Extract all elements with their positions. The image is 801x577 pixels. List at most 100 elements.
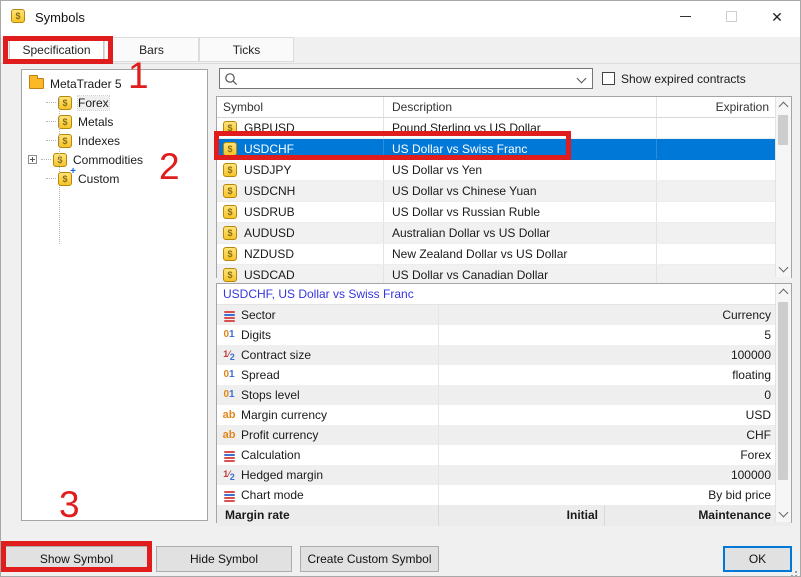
symbol-cell: GBPUSD	[244, 118, 295, 138]
maximize-button[interactable]	[708, 1, 754, 32]
table-scrollbar[interactable]	[775, 97, 791, 277]
scroll-down-icon[interactable]	[779, 263, 789, 273]
tree-item-label: Commodities	[73, 153, 143, 167]
scroll-up-icon[interactable]	[779, 102, 789, 112]
scroll-down-icon[interactable]	[779, 508, 789, 518]
spec-row-margin-currency[interactable]: Margin currency USD	[217, 405, 791, 425]
specification-panel: USDCHF, US Dollar vs Swiss Franc Sector …	[216, 283, 792, 523]
spec-value: 100000	[439, 465, 791, 485]
show-symbol-button[interactable]: Show Symbol	[5, 546, 148, 572]
expiration-cell	[657, 202, 791, 222]
dollar-coin-icon	[11, 9, 25, 23]
spec-row-hedged-margin[interactable]: Hedged margin 100000	[217, 465, 791, 485]
symbol-cell: USDCHF	[244, 139, 294, 159]
table-row-usdjpy[interactable]: USDJPY US Dollar vs Yen	[217, 160, 791, 181]
dollar-coin-icon	[223, 121, 237, 135]
spec-value: Forex	[439, 445, 791, 465]
tree-connector	[46, 178, 56, 179]
tree-item-label: Indexes	[78, 134, 120, 148]
resize-grip-icon[interactable]	[795, 571, 797, 573]
spec-value: USD	[439, 405, 791, 425]
table-row-usdcnh[interactable]: USDCNH US Dollar vs Chinese Yuan	[217, 181, 791, 202]
table-row-usdchf-selected[interactable]: USDCHF US Dollar vs Swiss Franc	[217, 139, 791, 160]
spec-value: 0	[439, 385, 791, 405]
margin-rate-label: Margin rate	[217, 505, 439, 526]
tree-item-custom[interactable]: + Custom	[22, 169, 207, 188]
margin-rate-initial: Initial	[439, 505, 605, 526]
custom-coin-icon: +	[58, 171, 72, 186]
dollar-coin-icon	[223, 247, 237, 261]
stack-icon	[224, 491, 235, 493]
expiration-cell	[657, 223, 791, 243]
dollar-coin-icon	[223, 184, 237, 198]
chevron-down-icon[interactable]	[577, 74, 587, 84]
table-row-nzdusd[interactable]: NZDUSD New Zealand Dollar vs US Dollar	[217, 244, 791, 265]
close-icon: ✕	[771, 10, 783, 24]
expiration-cell	[657, 160, 791, 180]
dollar-coin-icon	[58, 134, 72, 148]
table-row-gbpusd[interactable]: GBPUSD Pound Sterling vs US Dollar	[217, 118, 791, 139]
spec-row-stops-level[interactable]: Stops level 0	[217, 385, 791, 405]
spec-label: Contract size	[241, 345, 311, 365]
spec-row-digits[interactable]: Digits 5	[217, 325, 791, 345]
dollar-coin-icon	[223, 163, 237, 177]
scrollbar-thumb[interactable]	[778, 115, 788, 145]
spec-label: Spread	[241, 365, 280, 385]
app-icon	[11, 8, 25, 23]
column-header-description[interactable]: Description	[384, 97, 657, 117]
dollar-coin-icon	[223, 268, 237, 282]
spec-label: Margin currency	[241, 405, 327, 425]
column-header-symbol[interactable]: Symbol	[217, 97, 384, 117]
table-row-audusd[interactable]: AUDUSD Australian Dollar vs US Dollar	[217, 223, 791, 244]
search-input[interactable]	[242, 70, 570, 89]
folder-icon	[29, 78, 44, 89]
tree-item-commodities[interactable]: Commodities	[22, 150, 207, 169]
spec-value: 100000	[439, 345, 791, 365]
tree-item-metatrader5[interactable]: MetaTrader 5	[22, 74, 207, 93]
tree-item-metals[interactable]: Metals	[22, 112, 207, 131]
spec-row-calculation[interactable]: Calculation Forex	[217, 445, 791, 465]
show-expired-checkbox[interactable]	[602, 72, 615, 85]
description-cell: US Dollar vs Swiss Franc	[384, 139, 657, 159]
expand-plus-icon[interactable]	[28, 155, 37, 164]
column-header-expiration[interactable]: Expiration	[657, 97, 791, 117]
scroll-up-icon[interactable]	[779, 289, 789, 299]
spec-scrollbar[interactable]	[775, 284, 791, 522]
hide-symbol-button[interactable]: Hide Symbol	[156, 546, 292, 572]
spec-header: USDCHF, US Dollar vs Swiss Franc	[217, 284, 791, 305]
symbol-tree-panel: MetaTrader 5 Forex Metals Indexes Commod…	[21, 69, 208, 521]
symbol-cell: USDJPY	[244, 160, 291, 180]
window-title: Symbols	[35, 10, 85, 25]
table-header-row: Symbol Description Expiration	[217, 97, 791, 118]
spec-row-sector[interactable]: Sector Currency	[217, 305, 791, 325]
minimize-button[interactable]	[662, 1, 708, 32]
symbol-cell: AUDUSD	[244, 223, 295, 243]
spec-row-spread[interactable]: Spread floating	[217, 365, 791, 385]
description-cell: Australian Dollar vs US Dollar	[384, 223, 657, 243]
tab-ticks[interactable]: Ticks	[199, 37, 294, 62]
tree-connector	[41, 159, 51, 160]
spec-row-profit-currency[interactable]: Profit currency CHF	[217, 425, 791, 445]
symbols-dialog: Symbols ✕ Specification Bars Ticks MetaT…	[0, 0, 801, 577]
tree-item-indexes[interactable]: Indexes	[22, 131, 207, 150]
spec-value: Currency	[439, 305, 791, 325]
tab-specification[interactable]: Specification	[9, 37, 104, 63]
spec-label: Stops level	[241, 385, 300, 405]
spec-value: 5	[439, 325, 791, 345]
spec-value: CHF	[439, 425, 791, 445]
spec-row-contract-size[interactable]: Contract size 100000	[217, 345, 791, 365]
spec-row-margin-rate[interactable]: Margin rate Initial Maintenance	[217, 505, 791, 526]
close-button[interactable]: ✕	[754, 1, 800, 32]
margin-rate-maintenance: Maintenance	[605, 505, 791, 526]
tree-connector	[46, 102, 56, 103]
scrollbar-thumb[interactable]	[778, 302, 788, 480]
stack-icon	[224, 311, 235, 313]
table-row-usdrub[interactable]: USDRUB US Dollar vs Russian Ruble	[217, 202, 791, 223]
tab-bars[interactable]: Bars	[104, 37, 199, 62]
ok-button[interactable]: OK	[723, 546, 792, 572]
spec-row-chart-mode[interactable]: Chart mode By bid price	[217, 485, 791, 505]
tree-item-forex[interactable]: Forex	[22, 93, 207, 112]
spec-label: Calculation	[241, 445, 300, 465]
create-custom-symbol-button[interactable]: Create Custom Symbol	[300, 546, 439, 572]
search-combobox[interactable]	[219, 68, 593, 89]
